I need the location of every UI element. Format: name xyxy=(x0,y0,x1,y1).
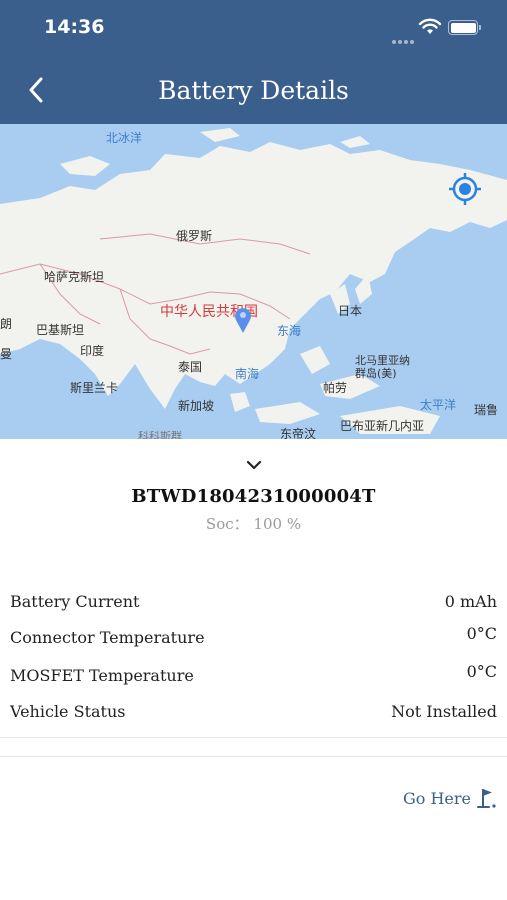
status-time: 14:36 xyxy=(44,16,105,38)
map-label: 印度 xyxy=(80,344,105,358)
soc-label: Soc： xyxy=(205,515,249,533)
map-label: 巴布亚新几内亚 xyxy=(340,419,425,433)
map-label: 东帝汶 xyxy=(280,427,317,439)
go-here-label: Go Here xyxy=(402,788,471,808)
map-label: 巴基斯坦 xyxy=(36,323,85,337)
detail-row-battery-current: Battery Current 0 mAh xyxy=(10,586,497,616)
soc-readout: Soc： 100 % xyxy=(0,513,507,534)
locate-icon[interactable] xyxy=(448,172,482,206)
detail-label: Connector Temperature xyxy=(10,628,205,647)
detail-value: 0°C xyxy=(466,624,497,643)
wifi-icon xyxy=(418,18,442,34)
go-here-button[interactable]: Go Here xyxy=(403,784,497,812)
map-label: 斯里兰卡 xyxy=(70,381,119,395)
map-label: 北冰洋 xyxy=(106,131,143,145)
map-label: 帕劳 xyxy=(323,381,348,395)
nav-bar: Battery Details xyxy=(0,58,507,124)
detail-label: MOSFET Temperature xyxy=(10,666,194,685)
signal-icon xyxy=(392,29,416,48)
divider xyxy=(0,737,507,738)
detail-row-mosfet-temperature: MOSFET Temperature 0°C xyxy=(10,660,497,690)
map-pin-icon[interactable] xyxy=(233,306,253,334)
page-title: Battery Details xyxy=(158,76,349,105)
detail-label: Vehicle Status xyxy=(10,702,126,721)
detail-row-connector-temperature: Connector Temperature 0°C xyxy=(10,622,497,652)
map-label: 哈萨克斯坦 xyxy=(44,270,105,284)
map-label: 科科斯群 xyxy=(138,430,182,439)
map-label: 南海 xyxy=(235,367,260,381)
map-label: 朗 xyxy=(0,317,13,331)
status-bar: 14:36 xyxy=(0,0,507,58)
map-view[interactable]: 北冰洋 俄罗斯 哈萨克斯坦 巴基斯坦 印度 中华人民共和国 日本 东海 南海 泰… xyxy=(0,124,507,439)
map-label: 太平洋 xyxy=(420,398,457,412)
chevron-down-icon xyxy=(246,460,262,470)
map-label: 新加坡 xyxy=(178,399,215,413)
collapse-toggle[interactable] xyxy=(241,456,267,474)
detail-row-vehicle-status: Vehicle Status Not Installed xyxy=(10,696,497,726)
detail-value: Not Installed xyxy=(391,702,497,721)
map-label: 瑞鲁 xyxy=(474,403,499,417)
divider xyxy=(0,756,507,757)
map-label: 北马里亚纳群岛(美) xyxy=(355,354,410,380)
map-label: 东海 xyxy=(277,324,302,338)
detail-value: 0 mAh xyxy=(444,592,497,611)
detail-value: 0°C xyxy=(466,662,497,681)
map-label: 俄罗斯 xyxy=(176,229,213,243)
flag-icon xyxy=(477,789,496,808)
map-label: 泰国 xyxy=(178,360,203,374)
battery-id: BTWD1804231000004T xyxy=(131,486,376,507)
map-label: 日本 xyxy=(338,304,363,318)
soc-value: 100 % xyxy=(253,515,302,533)
map-label: 曼 xyxy=(0,347,13,361)
detail-label: Battery Current xyxy=(10,592,140,611)
header: 14:36 Battery Details xyxy=(0,0,507,124)
battery-icon xyxy=(448,20,481,35)
